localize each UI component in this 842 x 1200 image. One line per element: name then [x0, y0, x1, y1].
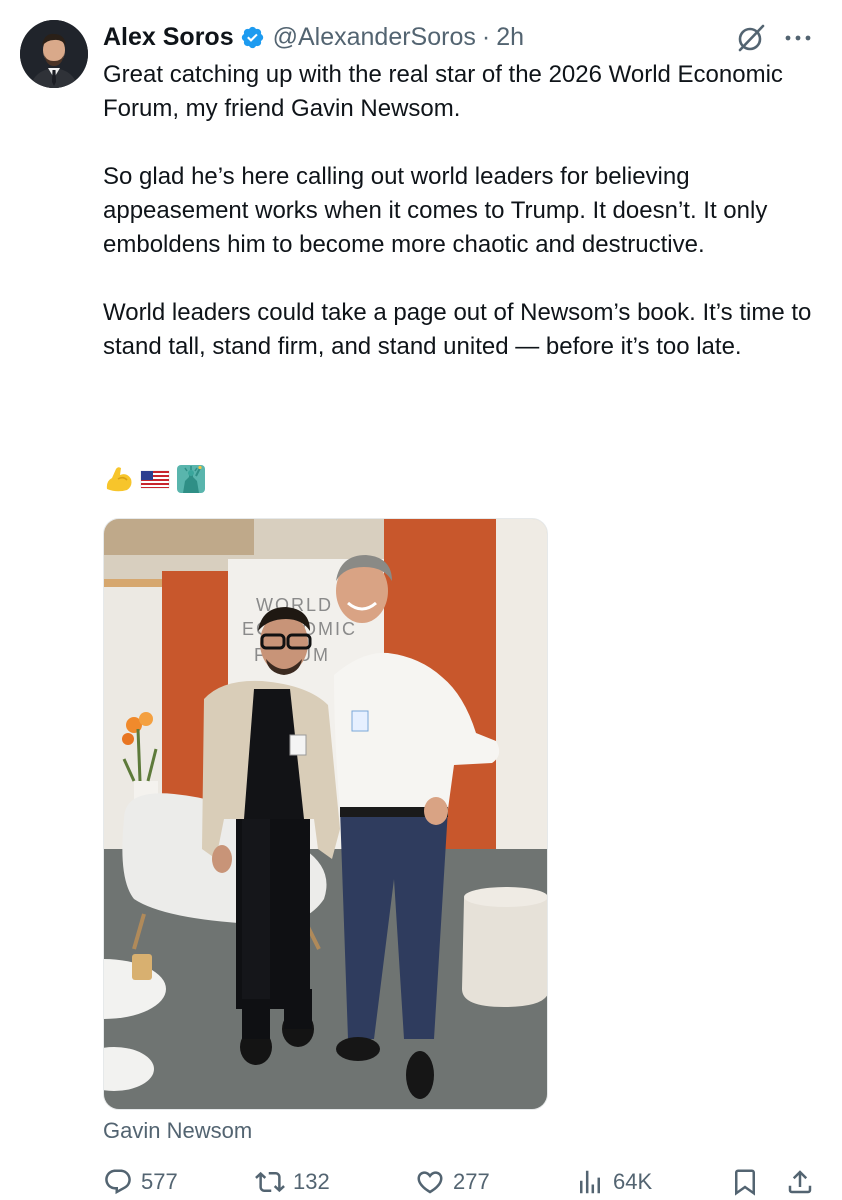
- bookmark-icon: [735, 1169, 755, 1196]
- action-bar: 577 132 277 64K: [103, 1164, 818, 1200]
- author-handle[interactable]: @AlexanderSoros: [273, 23, 476, 52]
- reply-icon: [105, 1169, 131, 1195]
- like-button[interactable]: 277: [415, 1164, 490, 1200]
- tweet-paragraph: World leaders could take a page out of N…: [103, 299, 812, 360]
- statue-of-liberty-emoji: [175, 463, 207, 495]
- share-icon: [788, 1170, 812, 1194]
- tweet-text: Great catching up with the real star of …: [103, 58, 818, 364]
- timestamp[interactable]: 2h: [496, 23, 524, 52]
- separator-dot: ·: [481, 22, 491, 51]
- views-count: 64K: [613, 1169, 653, 1194]
- repost-icon: [255, 1171, 285, 1193]
- like-icon: [417, 1171, 443, 1194]
- flexed-biceps-emoji: [103, 463, 135, 495]
- media-caption: Gavin Newsom: [103, 1118, 253, 1143]
- tweet-header: Alex Soros @AlexanderSoros · 2h: [103, 20, 524, 54]
- repost-button[interactable]: 132: [255, 1164, 330, 1200]
- tweet-photo[interactable]: WORLD ECONOMIC FORUM: [103, 518, 548, 1110]
- avatar[interactable]: [20, 20, 88, 88]
- share-button[interactable]: [785, 1164, 815, 1200]
- views-button[interactable]: 64K: [575, 1164, 652, 1200]
- tweet-paragraph: Great catching up with the real star of …: [103, 61, 783, 122]
- repost-count: 132: [293, 1169, 330, 1194]
- views-icon: [580, 1170, 600, 1194]
- emoji-row: [103, 463, 207, 495]
- like-count: 277: [453, 1169, 490, 1194]
- bookmark-button[interactable]: [730, 1164, 760, 1200]
- author-name[interactable]: Alex Soros: [103, 23, 234, 52]
- verified-badge-icon[interactable]: [240, 25, 265, 50]
- tweet-paragraph: So glad he’s here calling out world lead…: [103, 163, 768, 258]
- reply-count: 577: [141, 1169, 178, 1194]
- grok-icon[interactable]: [735, 22, 767, 54]
- reply-button[interactable]: 577: [103, 1164, 178, 1200]
- us-flag-emoji: [139, 463, 171, 495]
- more-icon[interactable]: [783, 26, 813, 50]
